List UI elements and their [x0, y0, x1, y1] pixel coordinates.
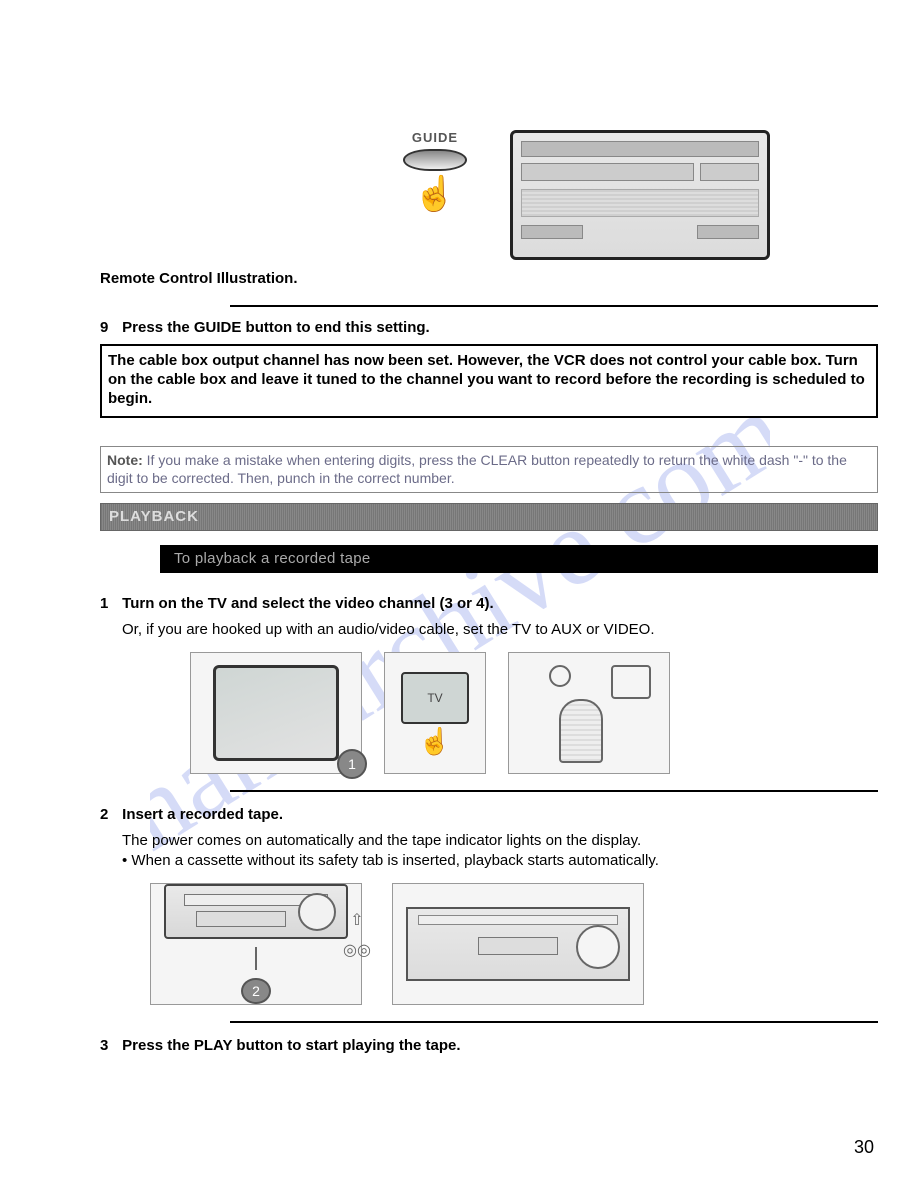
hero-illustration: GUIDE ☝ — [380, 130, 878, 260]
up-arrow-icon: ⇧ — [350, 910, 363, 930]
step-text: Press the PLAY button to start playing t… — [122, 1037, 460, 1054]
step-3: 3 Press the PLAY button to start playing… — [100, 1037, 878, 1054]
guide-button-illustration: GUIDE ☝ — [380, 130, 490, 211]
step-1: 1 Turn on the TV and select the video ch… — [100, 595, 878, 612]
step-2: 2 Insert a recorded tape. — [100, 806, 878, 823]
note-text: If you make a mistake when entering digi… — [107, 452, 847, 486]
step-text: Insert a recorded tape. — [122, 806, 283, 823]
step-number: 9 — [100, 319, 118, 336]
callout-2-icon: 2 — [241, 978, 271, 1005]
divider — [230, 790, 878, 792]
step-text: Press the GUIDE button to end this setti… — [122, 319, 430, 336]
vcr-closeup-illustration: ⇧ ◎◎ — [392, 883, 644, 1005]
vcr-illustration: 2 — [150, 883, 362, 1005]
tv-illustration: 1 — [190, 652, 362, 774]
basketball-illustration — [508, 652, 670, 774]
illustration-row-1: 1 TV ☝ — [190, 652, 878, 774]
info-box-1: The cable box output channel has now bee… — [100, 344, 878, 418]
note-box: Note: If you make a mistake when enterin… — [100, 446, 878, 492]
playback-subheader: To playback a recorded tape — [160, 545, 878, 573]
step-number: 2 — [100, 806, 118, 823]
illustration-row-2: 2 ⇧ ◎◎ — [150, 883, 878, 1005]
guide-button-icon — [403, 149, 467, 171]
playback-title: PLAYBACK — [109, 508, 199, 525]
remote-caption: Remote Control Illustration. — [100, 270, 878, 287]
remote-tv-illustration: TV ☝ — [384, 652, 486, 774]
small-tv: TV — [401, 672, 469, 724]
step-2-body1: The power comes on automatically and the… — [122, 831, 878, 851]
playback-sub: To playback a recorded tape — [174, 550, 371, 567]
note-label: Note: — [107, 452, 147, 468]
cassette-icon: ◎◎ — [343, 940, 371, 960]
tv-screen-illustration — [510, 130, 770, 260]
cassette-icons: ⇧ ◎◎ — [343, 910, 371, 960]
divider — [230, 305, 878, 307]
step-1-body: Or, if you are hooked up with an audio/v… — [122, 620, 878, 640]
divider — [230, 1021, 878, 1023]
page-number: 30 — [854, 1137, 874, 1158]
hand-icon: ☝ — [419, 728, 451, 754]
step-2-body2: • When a cassette without its safety tab… — [122, 851, 878, 871]
playback-header: PLAYBACK — [100, 503, 878, 531]
hand-icon: ☝ — [414, 177, 456, 211]
guide-label: GUIDE — [412, 130, 458, 145]
step-text: Turn on the TV and select the video chan… — [122, 595, 493, 612]
step-number: 3 — [100, 1037, 118, 1054]
step-number: 1 — [100, 595, 118, 612]
step-9: 9 Press the GUIDE button to end this set… — [100, 319, 878, 336]
callout-1-icon: 1 — [337, 749, 367, 779]
